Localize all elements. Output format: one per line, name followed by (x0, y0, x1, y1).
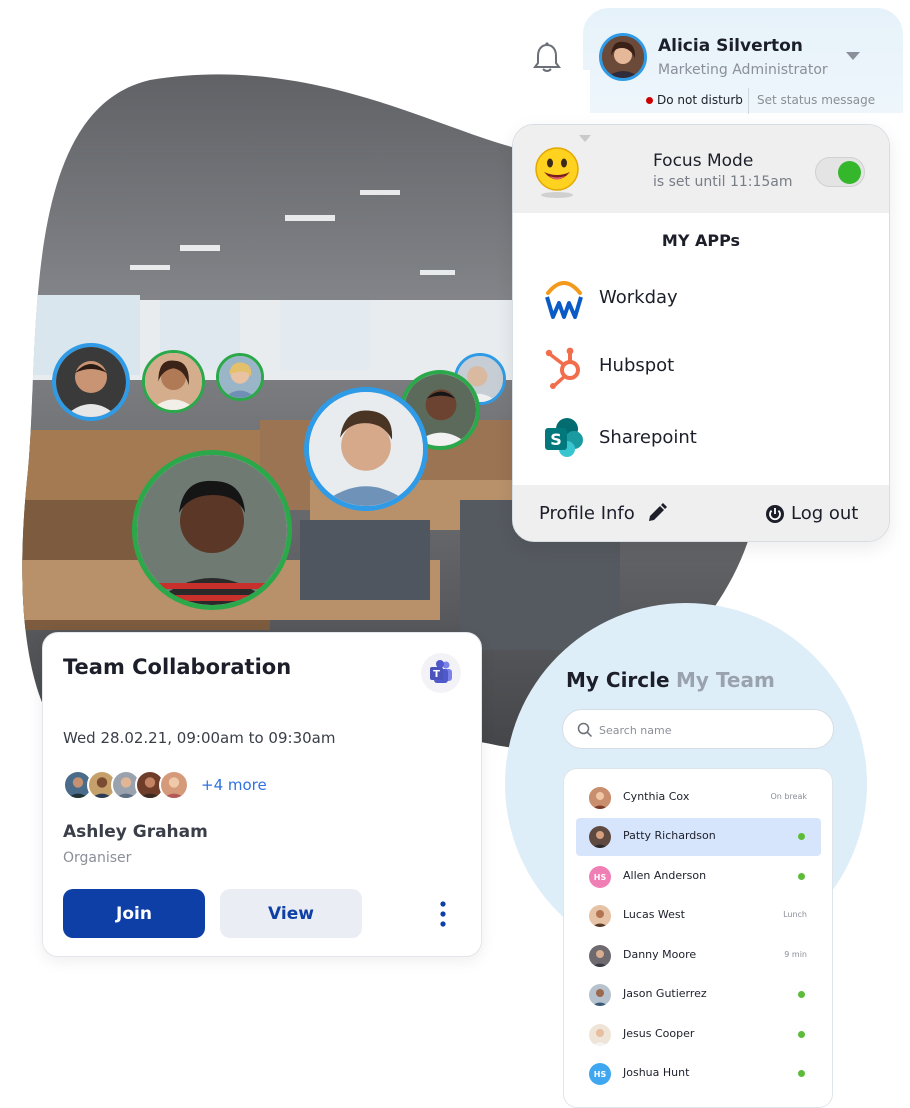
meeting-card: Team Collaboration T Wed 28.02.21, 09:00… (42, 632, 482, 957)
contact-status: 9 min (784, 950, 807, 959)
initials-avatar: HS (589, 866, 611, 888)
avatar (589, 905, 611, 927)
hubspot-icon (545, 347, 580, 389)
search-icon (577, 722, 593, 738)
contact-item[interactable]: Lucas West Lunch (576, 897, 821, 935)
more-attendees-link[interactable]: +4 more (201, 776, 267, 794)
user-name: Alicia Silverton (658, 36, 803, 56)
header-notch (500, 70, 590, 130)
user-avatar[interactable] (599, 33, 647, 81)
contact-item[interactable]: HS Allen Anderson (576, 858, 821, 896)
sharepoint-icon: S (545, 418, 583, 457)
online-dot (798, 1070, 805, 1077)
contact-name: Danny Moore (623, 948, 697, 961)
svg-text:T: T (433, 669, 440, 680)
app-label: Sharepoint (599, 427, 697, 448)
apps-panel: Focus Mode is set until 11:15am MY APPs … (512, 124, 890, 542)
teams-icon[interactable]: T (421, 653, 461, 693)
contact-item[interactable]: Jesus Cooper (576, 1016, 821, 1054)
contact-name: Patty Richardson (623, 829, 716, 842)
initials-avatar: HS (589, 1063, 611, 1085)
contact-status: Lunch (783, 910, 807, 919)
contact-name: Jason Gutierrez (623, 987, 707, 1000)
contact-item[interactable]: Cynthia Cox On break (576, 779, 821, 817)
app-label: Hubspot (599, 355, 675, 376)
contact-name: Lucas West (623, 908, 685, 921)
contact-list: Cynthia Cox On break Patty Richardson HS… (563, 768, 833, 1108)
organiser-label: Organiser (63, 850, 132, 866)
focus-mode-subtitle: is set until 11:15am (653, 174, 793, 190)
bell-icon[interactable] (532, 42, 562, 74)
meeting-time: Wed 28.02.21, 09:00am to 09:30am (63, 729, 336, 747)
tab-my-team[interactable]: My Team (676, 668, 775, 692)
avatar (589, 984, 611, 1006)
profile-info-link[interactable]: Profile Info (539, 503, 635, 524)
status-text[interactable]: Do not disturb (657, 93, 743, 107)
contact-name: Allen Anderson (623, 869, 707, 882)
join-button[interactable]: Join (63, 889, 205, 938)
online-dot (798, 873, 805, 880)
avatar-bubble[interactable] (304, 387, 428, 511)
smiley-icon (535, 147, 579, 198)
online-dot (798, 833, 805, 840)
avatar (589, 826, 611, 848)
meeting-title: Team Collaboration (63, 655, 292, 679)
organiser-name: Ashley Graham (63, 822, 208, 842)
status-dot (646, 97, 653, 104)
chevron-down-icon[interactable] (846, 52, 860, 60)
online-dot (798, 1031, 805, 1038)
contact-item[interactable]: Danny Moore 9 min (576, 937, 821, 975)
attendee-avatar (159, 770, 189, 800)
focus-mode-row: Focus Mode is set until 11:15am (513, 125, 889, 213)
avatar (589, 1024, 611, 1046)
avatar (589, 787, 611, 809)
svg-text:S: S (550, 430, 562, 449)
contact-name: Cynthia Cox (623, 790, 690, 803)
apps-title: MY APPs (661, 231, 741, 250)
contact-status: On break (770, 792, 807, 801)
focus-mode-toggle[interactable] (815, 157, 865, 187)
avatar-bubble[interactable] (132, 450, 292, 610)
contact-item[interactable]: Jason Gutierrez (576, 976, 821, 1014)
tab-my-circle[interactable]: My Circle (566, 668, 670, 692)
contact-item[interactable]: Patty Richardson (576, 818, 821, 856)
app-label: Workday (599, 287, 678, 308)
power-icon[interactable] (765, 504, 785, 524)
contact-item[interactable]: HS Joshua Hunt (576, 1055, 821, 1093)
view-button[interactable]: View (220, 889, 362, 938)
avatar-bubble[interactable] (52, 343, 130, 421)
contact-name: Jesus Cooper (623, 1027, 695, 1040)
more-options-icon[interactable] (435, 901, 451, 927)
search-box[interactable] (562, 709, 834, 749)
online-dot (798, 991, 805, 998)
avatar-bubble[interactable] (142, 350, 205, 413)
caret-icon (579, 135, 591, 142)
pencil-icon[interactable] (647, 503, 667, 523)
focus-mode-title: Focus Mode (653, 151, 754, 171)
user-role: Marketing Administrator (658, 62, 828, 78)
toggle-knob (838, 161, 861, 184)
app-item-sharepoint[interactable]: S Sharepoint (541, 415, 841, 461)
app-item-hubspot[interactable]: Hubspot (541, 343, 841, 389)
avatar (589, 945, 611, 967)
avatar-bubble[interactable] (216, 353, 264, 401)
panel-footer: Profile Info Log out (513, 485, 889, 541)
app-item-workday[interactable]: Workday (541, 275, 841, 321)
divider (748, 88, 749, 114)
logout-button[interactable]: Log out (791, 503, 858, 524)
set-status-message-link[interactable]: Set status message (757, 93, 875, 107)
contact-name: Joshua Hunt (623, 1066, 690, 1079)
attendee-avatars[interactable] (63, 770, 203, 802)
search-input[interactable] (597, 719, 817, 741)
workday-icon (545, 281, 583, 319)
